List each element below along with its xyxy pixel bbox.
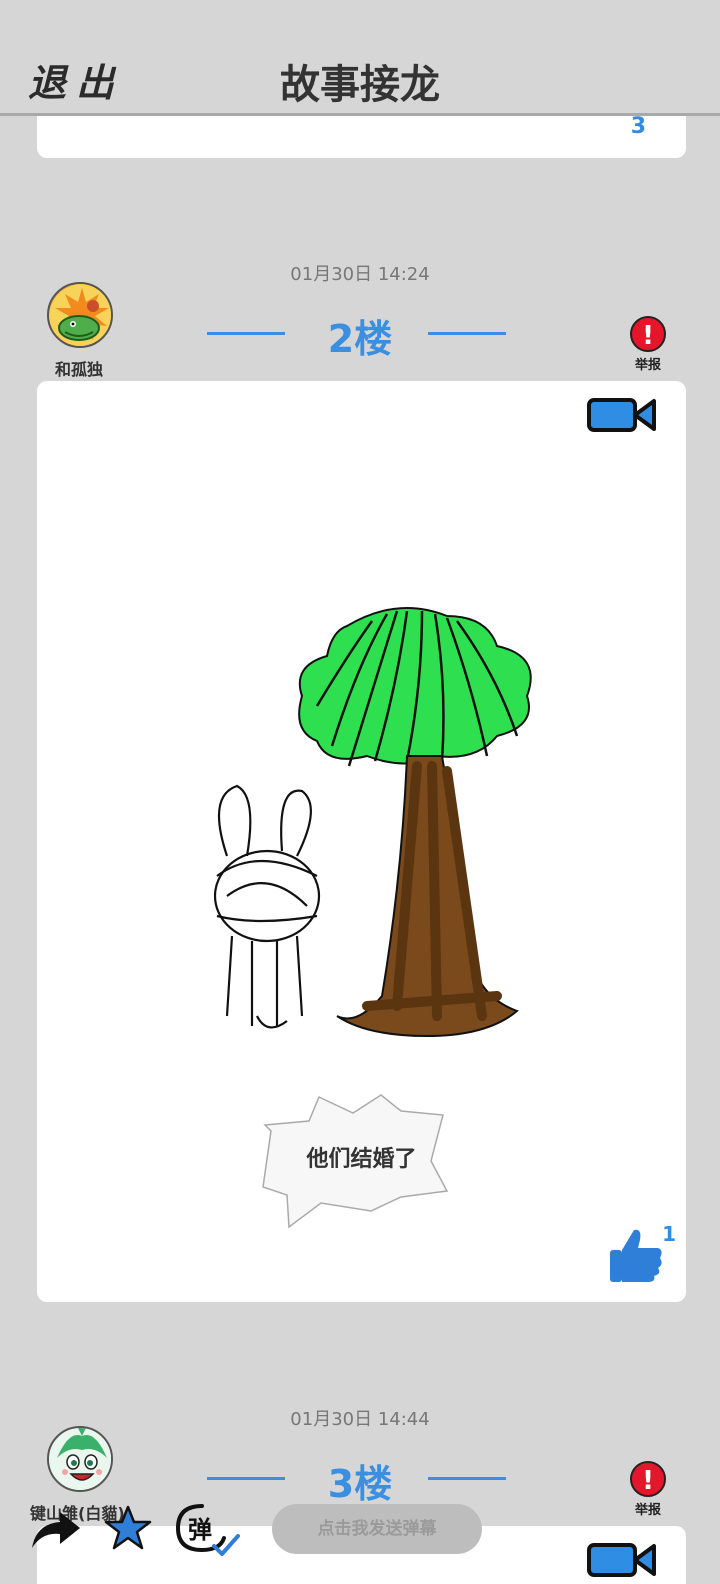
floor-divider-right bbox=[428, 1477, 506, 1480]
caption-text: 他们结婚了 bbox=[306, 1147, 417, 1172]
previous-like-count: 3 bbox=[630, 114, 646, 139]
page: 退出 故事接龙 3 01月30日 14:24 和孤独 2楼 ! 举报 他们结婚了… bbox=[0, 0, 720, 1584]
report-icon: ! bbox=[630, 316, 666, 352]
report-label: 举报 bbox=[634, 358, 661, 373]
story-drawing bbox=[213, 607, 532, 1038]
danmaku-icon-text: 弹 bbox=[188, 1516, 212, 1544]
post-time: 01月30日 14:44 bbox=[290, 1409, 430, 1430]
report-icon: ! bbox=[630, 1461, 666, 1497]
danmaku-icon[interactable]: 弹 bbox=[174, 1502, 240, 1556]
share-icon[interactable] bbox=[28, 1508, 84, 1556]
thumbs-up-icon[interactable] bbox=[608, 1226, 664, 1288]
header: 退出 故事接龙 bbox=[0, 0, 720, 116]
floor-label: 2楼 bbox=[327, 317, 393, 361]
page-title: 故事接龙 bbox=[280, 62, 440, 108]
video-icon[interactable] bbox=[586, 395, 658, 439]
post-card: 他们结婚了 1 bbox=[37, 381, 686, 1302]
bottom-toolbar: 弹 点击我发送弹幕 bbox=[0, 1496, 720, 1566]
danmaku-input[interactable]: 点击我发送弹幕 bbox=[272, 1504, 482, 1554]
floor-divider-right bbox=[428, 332, 506, 335]
favorite-star-icon[interactable] bbox=[104, 1504, 152, 1556]
report-button[interactable]: ! 举报 bbox=[628, 316, 668, 373]
like-count: 1 bbox=[662, 1222, 676, 1246]
post-time: 01月30日 14:24 bbox=[290, 264, 430, 285]
